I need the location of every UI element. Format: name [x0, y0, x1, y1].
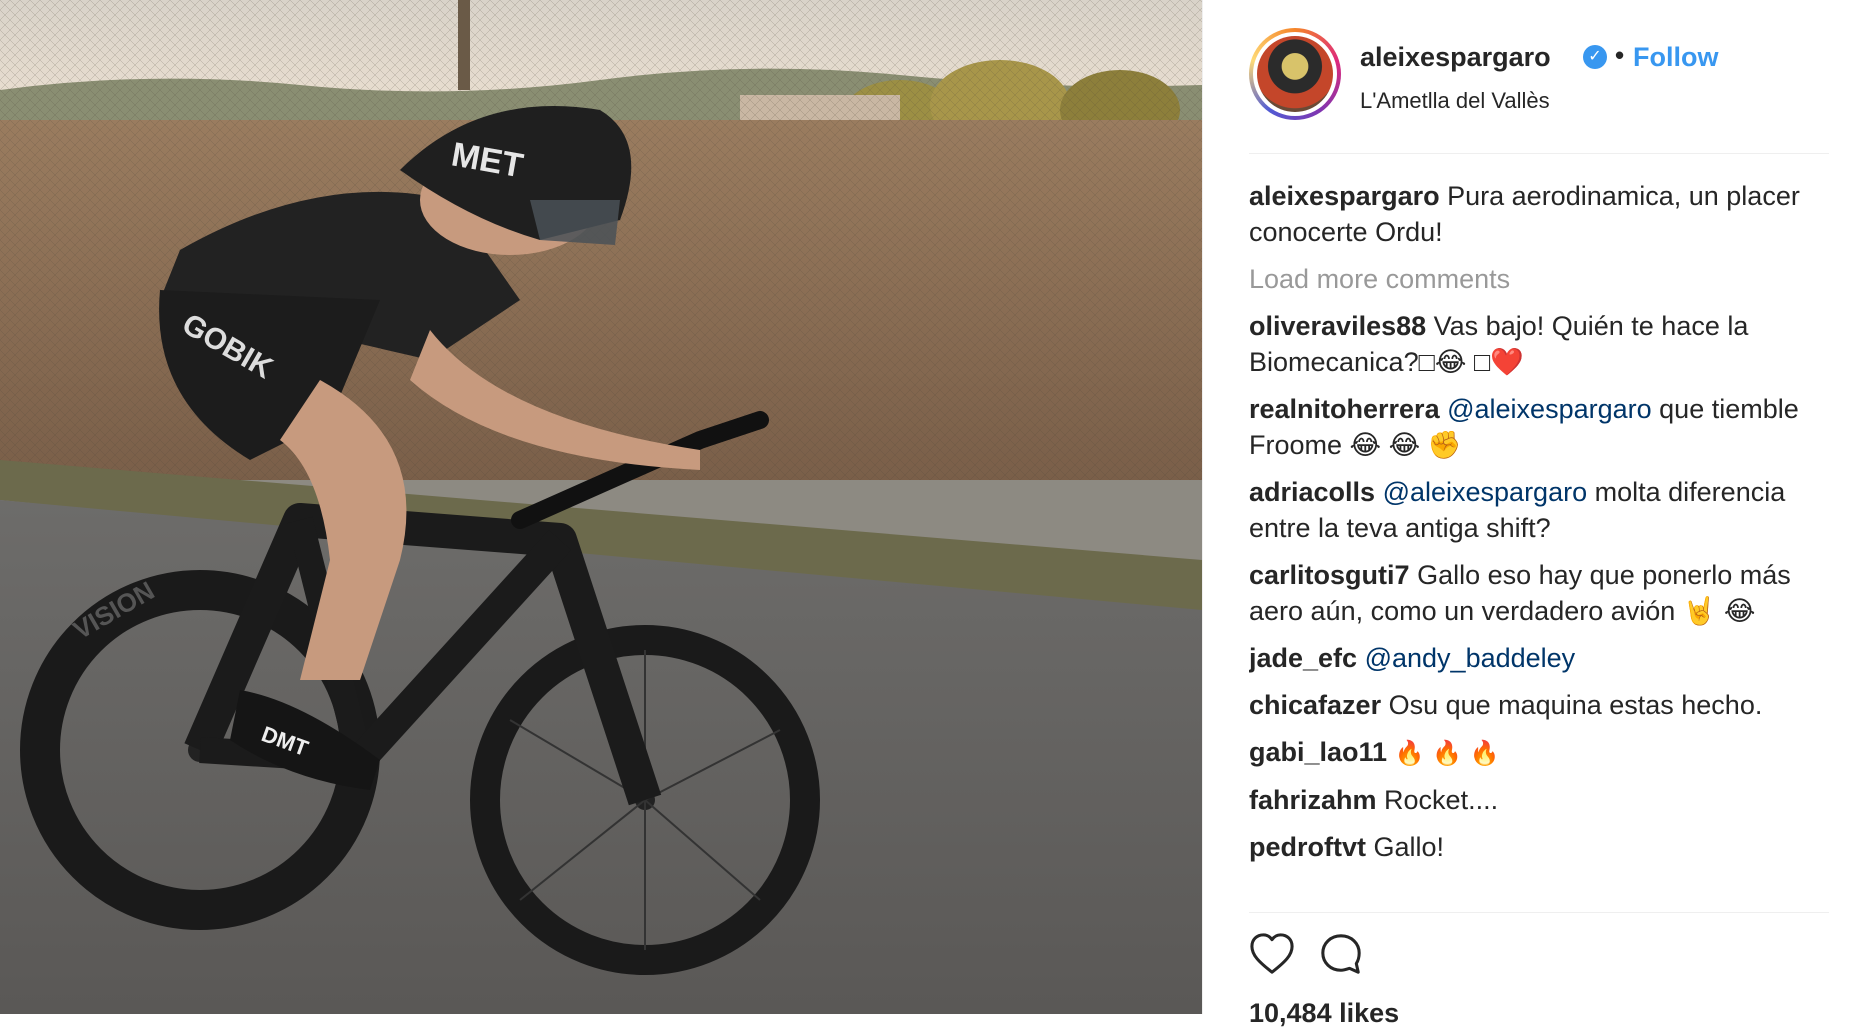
comment-username[interactable]: jade_efc [1249, 643, 1357, 673]
avatar-story-ring[interactable] [1249, 28, 1341, 120]
avatar[interactable] [1257, 36, 1333, 112]
post-author-username[interactable]: aleixespargaro [1360, 42, 1551, 73]
header-separator: • [1615, 40, 1625, 70]
verified-badge-icon: ✓ [1583, 45, 1607, 69]
comment-text: Osu que maquina estas hecho. [1388, 690, 1763, 720]
post-header: aleixespargaro ✓ • Follow L'Ametlla del … [1249, 26, 1829, 126]
post-side-panel: aleixespargaro ✓ • Follow L'Ametlla del … [1202, 0, 1870, 1028]
comment-username[interactable]: gabi_lao11 [1249, 737, 1387, 767]
comment-item: realnitoherrera @aleixespargaro que tiem… [1249, 391, 1829, 463]
comment-mention[interactable]: @andy_baddeley [1365, 643, 1576, 673]
header-divider [1249, 153, 1829, 154]
photo-cyclist-illustration: MET GOBIK DMT VISION [0, 0, 1202, 1014]
comment-bubble-icon[interactable] [1319, 932, 1363, 976]
comment-mention[interactable]: @aleixespargaro [1383, 477, 1588, 507]
comment-username[interactable]: pedroftvt [1249, 832, 1366, 862]
comment-item: oliveraviles88 Vas bajo! Quién te hace l… [1249, 308, 1829, 380]
caption-username[interactable]: aleixespargaro [1249, 181, 1440, 211]
comment-item: adriacolls @aleixespargaro molta diferen… [1249, 474, 1829, 546]
follow-button[interactable]: Follow [1633, 42, 1718, 73]
comment-item: fahrizahm Rocket.... [1249, 782, 1829, 818]
comment-username[interactable]: oliveraviles88 [1249, 311, 1426, 341]
comment-item: chicafazer Osu que maquina estas hecho. [1249, 687, 1829, 723]
comment-item: jade_efc @andy_baddeley [1249, 640, 1829, 676]
comment-item: carlitosguti7 Gallo eso hay que ponerlo … [1249, 557, 1829, 629]
comment-username[interactable]: fahrizahm [1249, 785, 1377, 815]
comment-username[interactable]: adriacolls [1249, 477, 1375, 507]
comment-username[interactable]: realnitoherrera [1249, 394, 1440, 424]
comment-mention[interactable]: @aleixespargaro [1447, 394, 1652, 424]
comment-username[interactable]: carlitosguti7 [1249, 560, 1410, 590]
comment-text: Gallo! [1373, 832, 1445, 862]
actions-divider [1249, 912, 1829, 913]
comment-text: Rocket.... [1384, 785, 1499, 815]
comments-list: aleixespargaro Pura aerodinamica, un pla… [1249, 178, 1829, 910]
heart-icon[interactable] [1249, 932, 1295, 976]
comment-text: 🔥 🔥 🔥 [1394, 739, 1500, 767]
post-location[interactable]: L'Ametlla del Vallès [1360, 88, 1550, 114]
comment-username[interactable]: chicafazer [1249, 690, 1381, 720]
comment-item: pedroftvt Gallo! [1249, 829, 1829, 865]
caption: aleixespargaro Pura aerodinamica, un pla… [1249, 178, 1829, 250]
load-more-comments-button[interactable]: Load more comments [1249, 261, 1829, 297]
comment-item: gabi_lao11 🔥 🔥 🔥 [1249, 734, 1829, 771]
post-photo[interactable]: MET GOBIK DMT VISION [0, 0, 1202, 1014]
